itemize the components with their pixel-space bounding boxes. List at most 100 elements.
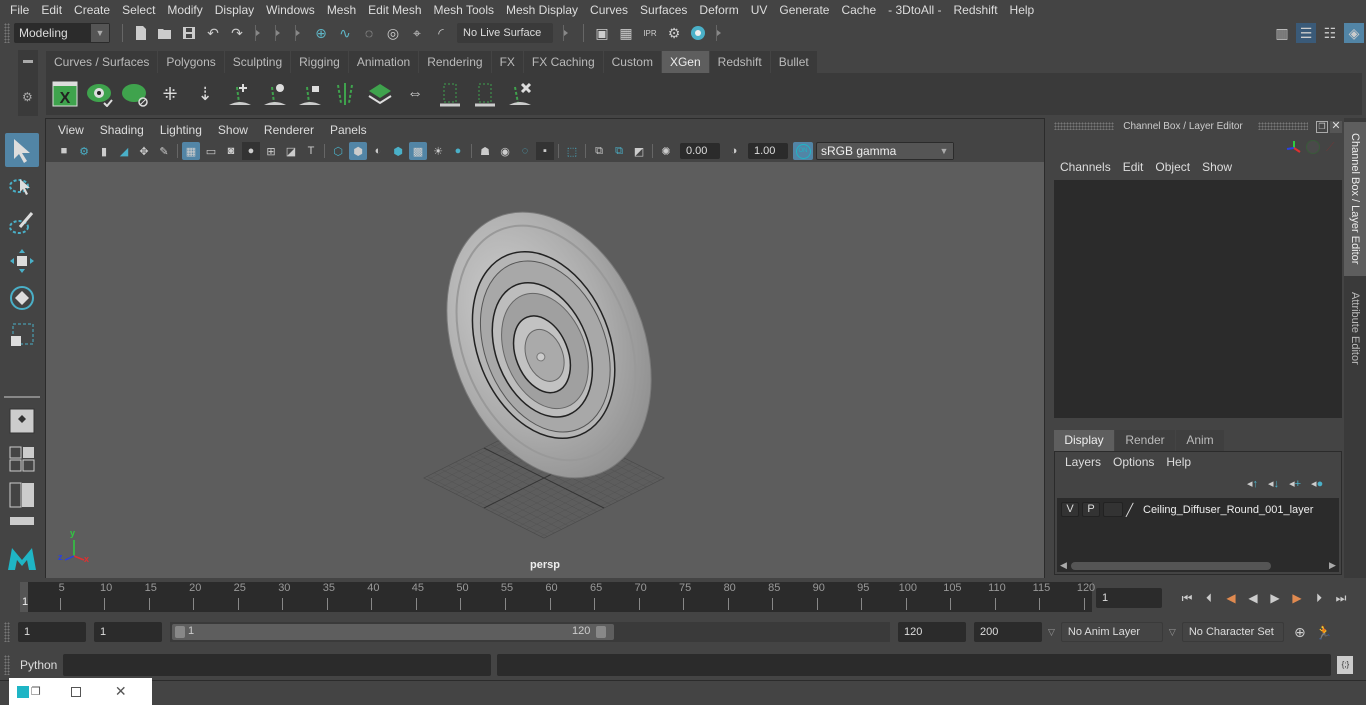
shelf-tab-animation[interactable]: Animation [348,51,419,73]
time-slider[interactable]: 1 5 10 15 20 25 30 35 40 45 50 55 60 65 70 75 80 85 90 95 1… [20,582,1095,612]
render-settings-icon[interactable]: ⚙ [664,23,684,43]
menu-windows[interactable]: Windows [260,0,321,20]
ipr-render-icon[interactable]: IPR [640,23,660,43]
shelf-tab-curves-surfaces[interactable]: Curves / Surfaces [46,51,158,73]
side-tab-attribute-editor[interactable]: Attribute Editor [1344,278,1366,378]
snap-live-icon[interactable]: ⌖ [407,23,427,43]
menu-uv[interactable]: UV [745,0,774,20]
grid-toggle-icon[interactable]: ▦ [182,142,200,160]
menu-generate[interactable]: Generate [773,0,835,20]
exposure-icon[interactable]: ✺ [657,142,675,160]
xray-icon[interactable]: ⧉ [590,142,608,160]
viewport-menu-renderer[interactable]: Renderer [256,123,322,137]
bookmark-icon[interactable]: ▮ [95,142,113,160]
menu-select[interactable]: Select [116,0,161,20]
menu-modify[interactable]: Modify [161,0,208,20]
layer-row[interactable]: V P ╱ Ceiling_Diffuser_Round_001_layer [1061,502,1313,517]
shelf-tab-fx[interactable]: FX [491,51,523,73]
minimized-window-bar[interactable]: ❐ ✕ [9,678,152,705]
new-scene-icon[interactable] [131,23,151,43]
shelf-tab-sculpting[interactable]: Sculpting [224,51,291,73]
new-layer-icon[interactable]: ◂+ [1289,477,1301,490]
guide-region-icon[interactable] [470,79,500,109]
snap-curve-icon[interactable]: ∿ [335,23,355,43]
layer-tab-render[interactable]: Render [1115,430,1175,451]
open-scene-icon[interactable] [155,23,175,43]
isolate-select-icon[interactable]: ⬚ [563,142,581,160]
anti-aliasing-icon[interactable]: ◌ [516,142,534,160]
render-current-icon[interactable]: ▦ [616,23,636,43]
shelf-tab-redshift[interactable]: Redshift [709,51,770,73]
layer-type-toggle[interactable] [1103,502,1123,517]
depth-of-field-icon[interactable]: ▪ [536,142,554,160]
range-slider-bar[interactable]: 1 120 [172,624,614,640]
sync-channels-icon[interactable] [1306,140,1320,154]
collapse-arrow[interactable] [563,25,571,41]
current-frame-field[interactable]: 1 [1096,588,1162,608]
delete-guide-icon[interactable] [505,79,535,109]
resolution-gate-icon[interactable]: ◙ [222,142,240,160]
gate-mask-icon[interactable]: ● [242,142,260,160]
maximize-window-icon[interactable] [70,686,81,697]
shelf-tab-custom[interactable]: Custom [603,51,661,73]
film-gate-icon[interactable]: ▭ [202,142,220,160]
xgen-clear-preview-icon[interactable] [120,79,150,109]
motion-blur-icon[interactable]: ◉ [496,142,514,160]
range-end-handle[interactable] [596,626,606,638]
keyframe-channels-icon[interactable]: ⟋ [1326,140,1340,154]
render-view-icon[interactable]: ▣ [592,23,612,43]
default-material-icon[interactable]: ◐ [369,142,387,160]
playback-end-field[interactable]: 120 [898,622,966,642]
menu-set-dropdown[interactable]: Modeling ▼ [14,23,110,43]
scrollbar-thumb[interactable] [1071,562,1271,570]
menu-redshift[interactable]: Redshift [948,0,1004,20]
range-slider[interactable]: 1 120 [170,622,890,642]
step-back-key-icon[interactable]: ◀ [1220,588,1242,608]
paint-select-tool-button[interactable] [5,206,39,240]
add-guide-icon[interactable]: ⁜ [155,79,185,109]
menu-help[interactable]: Help [1004,0,1041,20]
shelf-tab-bullet[interactable]: Bullet [770,51,817,73]
color-management-toggle[interactable]: ON [793,142,813,160]
sculpt-guide-icon[interactable]: ⇔ [400,79,430,109]
shelf-tab-xgen[interactable]: XGen [661,51,709,73]
rotate-tool-button[interactable] [5,281,39,315]
snap-grid-icon[interactable]: ⊕ [311,23,331,43]
shelf-tab-fx-caching[interactable]: FX Caching [523,51,603,73]
menu-surfaces[interactable]: Surfaces [634,0,693,20]
object-menu[interactable]: Object [1149,160,1196,174]
grip-handle[interactable] [4,23,10,43]
menu-deform[interactable]: Deform [693,0,744,20]
place-guide-icon[interactable]: ⇣ [190,79,220,109]
menu-mesh[interactable]: Mesh [321,0,362,20]
layer-horizontal-scrollbar[interactable]: ◀ ▶ [1057,560,1339,572]
textured-icon[interactable]: ▩ [409,142,427,160]
menu-create[interactable]: Create [68,0,116,20]
menu-mesh-tools[interactable]: Mesh Tools [428,0,500,20]
layer-tab-display[interactable]: Display [1054,430,1114,451]
channels-list[interactable] [1054,180,1342,418]
step-back-frame-icon[interactable]: ⏴ [1198,588,1220,608]
screen-space-ao-icon[interactable]: ☗ [476,142,494,160]
layer-playback-toggle[interactable]: P [1082,502,1100,517]
menu-curves[interactable]: Curves [584,0,634,20]
gamma-field[interactable]: 1.00 [748,143,788,159]
script-editor-icon[interactable]: {;} [1337,656,1354,674]
viewport-menu-view[interactable]: View [50,123,92,137]
close-window-icon[interactable]: ✕ [115,683,127,700]
layer-tab-anim[interactable]: Anim [1176,430,1224,451]
save-scene-icon[interactable] [179,23,199,43]
range-start-handle[interactable] [175,626,185,638]
panel-grip[interactable] [1258,122,1308,130]
patch-icon[interactable] [365,79,395,109]
xgen-preview-icon[interactable] [85,79,115,109]
collapse-arrow[interactable] [716,25,724,41]
manipulator-axis-icon[interactable] [1286,140,1304,159]
shelf-tab-rigging[interactable]: Rigging [291,51,348,73]
add-guide-tool-icon[interactable] [225,79,255,109]
wireframe-on-shaded-icon[interactable]: ⬢ [389,142,407,160]
collapse-arrow[interactable] [275,25,283,41]
shadows-icon[interactable]: ● [449,142,467,160]
viewport-menu-show[interactable]: Show [210,123,256,137]
exposure-field[interactable]: 0.00 [680,143,720,159]
